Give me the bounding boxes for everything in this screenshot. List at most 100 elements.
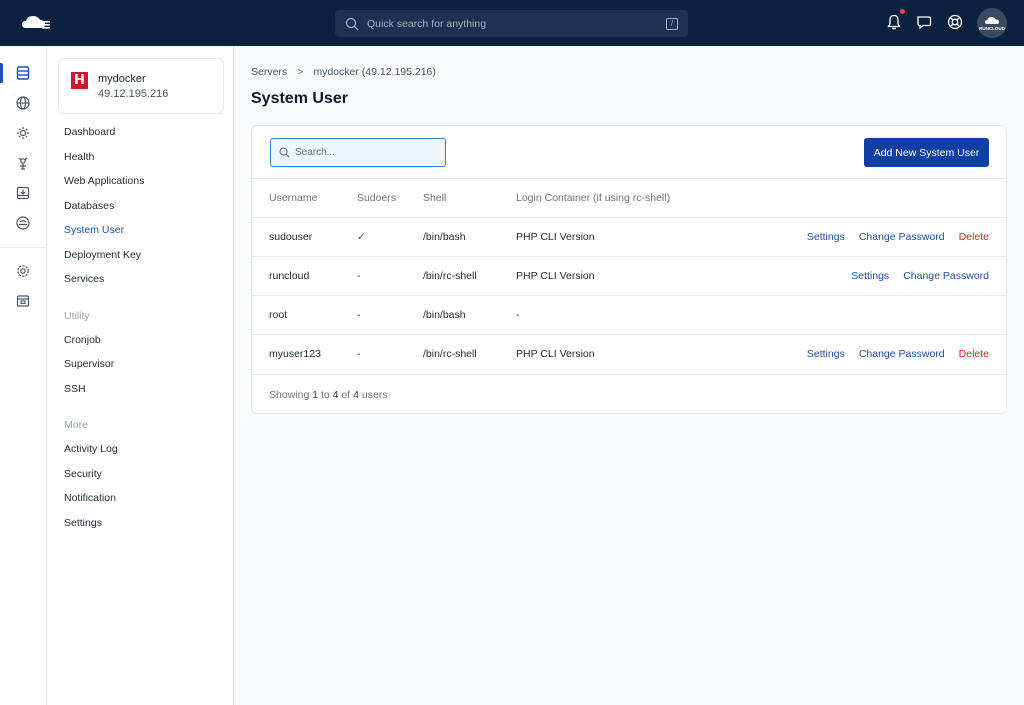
row-sudoers: -	[357, 309, 361, 321]
quick-search-placeholder: Quick search for anything	[367, 17, 487, 30]
bell-icon[interactable]	[885, 13, 903, 31]
nav-heading-utility: Utility	[64, 310, 90, 322]
pagination-summary: Showing 1 to 4 of 4 users	[252, 374, 1006, 414]
settings-link[interactable]: Settings	[851, 257, 889, 296]
nav-services[interactable]: Services	[64, 273, 104, 285]
change-password-link[interactable]: Change Password	[859, 218, 945, 257]
search-shortcut-key: /	[666, 17, 678, 30]
row-actions: Settings Change Password Delete	[807, 218, 989, 257]
nav-ssh[interactable]: SSH	[64, 383, 86, 395]
add-new-system-user-button[interactable]: Add New System User	[864, 138, 989, 167]
backup-icon[interactable]	[15, 185, 31, 201]
main-content: Servers > mydocker (49.12.195.216) Syste…	[234, 46, 1024, 705]
server-card[interactable]: H mydocker 49.12.195.216	[58, 58, 224, 114]
row-shell: /bin/rc-shell	[423, 270, 477, 282]
row-username: root	[269, 309, 288, 321]
col-shell: Shell	[423, 192, 447, 204]
col-username: Username	[269, 192, 318, 204]
table-row: sudouser ✓ /bin/bash PHP CLI Version Set…	[252, 217, 1006, 256]
nav-deployment-key[interactable]: Deployment Key	[64, 249, 141, 261]
rail-active-indicator	[0, 63, 3, 83]
server-provider-logo: H	[71, 72, 88, 89]
globe-icon[interactable]	[15, 95, 31, 111]
nav-dashboard[interactable]: Dashboard	[64, 126, 115, 138]
row-shell: /bin/bash	[423, 309, 466, 321]
page-title: System User	[251, 90, 348, 107]
row-sudoers: -	[357, 348, 361, 360]
nav-databases[interactable]: Databases	[64, 200, 114, 212]
nav-notification[interactable]: Notification	[64, 492, 116, 504]
notification-dot	[900, 9, 905, 14]
row-username: myuser123	[269, 348, 321, 360]
table-header: Username Sudoers Shell Login Container (…	[252, 178, 1006, 217]
search-icon	[345, 17, 359, 30]
quick-search-bar[interactable]: Quick search for anything /	[335, 10, 688, 37]
row-actions: Settings Change Password Delete	[807, 335, 989, 374]
server-ip: 49.12.195.216	[98, 88, 169, 100]
user-search-box[interactable]	[270, 138, 446, 167]
nav-cronjob[interactable]: Cronjob	[64, 334, 101, 346]
settings-gear-icon[interactable]	[15, 263, 31, 279]
cog-integrations-icon[interactable]	[15, 125, 31, 141]
table-row: runcloud - /bin/rc-shell PHP CLI Version…	[252, 256, 1006, 295]
runcloud-logo-icon[interactable]	[18, 12, 52, 34]
user-search-input[interactable]	[295, 147, 435, 158]
breadcrumb-current: mydocker (49.12.195.216)	[313, 66, 436, 78]
nav-activity-log[interactable]: Activity Log	[64, 443, 118, 455]
showing-of-word: of	[341, 389, 351, 401]
nav-web-applications[interactable]: Web Applications	[64, 175, 144, 187]
settings-link[interactable]: Settings	[807, 335, 845, 374]
deployment-icon[interactable]	[15, 155, 31, 171]
change-password-link[interactable]: Change Password	[903, 257, 989, 296]
server-name: mydocker	[98, 73, 146, 85]
archive-icon[interactable]	[15, 293, 31, 309]
nav-heading-more: More	[64, 419, 88, 431]
row-login-container: PHP CLI Version	[516, 270, 595, 282]
nav-settings[interactable]: Settings	[64, 517, 102, 529]
nav-supervisor[interactable]: Supervisor	[64, 358, 114, 370]
servers-icon[interactable]	[15, 65, 31, 81]
col-sudoers: Sudoers	[357, 192, 397, 204]
icon-rail	[0, 46, 47, 705]
showing-from: 1	[312, 389, 319, 401]
row-shell: /bin/bash	[423, 231, 466, 243]
row-login-container: PHP CLI Version	[516, 348, 595, 360]
avatar-label: RUNCLOUD	[979, 25, 1005, 31]
server-sidebar: H mydocker 49.12.195.216 Dashboard Healt…	[47, 46, 234, 705]
row-shell: /bin/rc-shell	[423, 348, 477, 360]
avatar-cloud-icon	[985, 16, 999, 24]
support-lifebuoy-icon[interactable]	[946, 13, 964, 31]
breadcrumb: Servers > mydocker (49.12.195.216)	[251, 66, 436, 78]
sudoers-check-icon: ✓	[357, 231, 366, 243]
table-row: root - /bin/bash -	[252, 295, 1006, 334]
rail-divider	[0, 247, 46, 248]
row-login-container: PHP CLI Version	[516, 231, 595, 243]
nav-system-user[interactable]: System User	[64, 224, 124, 236]
change-password-link[interactable]: Change Password	[859, 335, 945, 374]
cloudflare-icon[interactable]	[15, 215, 31, 231]
user-avatar[interactable]: RUNCLOUD	[977, 8, 1007, 38]
delete-link[interactable]: Delete	[959, 335, 989, 374]
showing-count: Showing 1 to 4 of 4 users	[269, 389, 388, 401]
breadcrumb-separator: >	[297, 66, 304, 78]
showing-prefix: Showing	[269, 389, 310, 401]
top-bar: Quick search for anything / RUNCLOUD	[0, 0, 1024, 46]
search-icon	[279, 147, 290, 158]
col-login-container: Login Container (if using rc-shell)	[516, 192, 671, 204]
settings-link[interactable]: Settings	[807, 218, 845, 257]
showing-total: 4	[353, 389, 359, 401]
row-actions: Settings Change Password	[851, 257, 989, 296]
delete-link[interactable]: Delete	[959, 218, 989, 257]
row-login-container: -	[516, 309, 520, 321]
chat-icon[interactable]	[915, 13, 933, 31]
breadcrumb-servers[interactable]: Servers	[251, 66, 287, 78]
row-username: sudouser	[269, 231, 313, 243]
nav-health[interactable]: Health	[64, 151, 94, 163]
showing-to-word: to	[320, 389, 330, 401]
table-row: myuser123 - /bin/rc-shell PHP CLI Versio…	[252, 334, 1006, 373]
row-sudoers: -	[357, 270, 361, 282]
system-user-card: Add New System User Username Sudoers She…	[251, 125, 1007, 414]
row-username: runcloud	[269, 270, 310, 282]
nav-security[interactable]: Security	[64, 468, 102, 480]
showing-to: 4	[332, 389, 339, 401]
